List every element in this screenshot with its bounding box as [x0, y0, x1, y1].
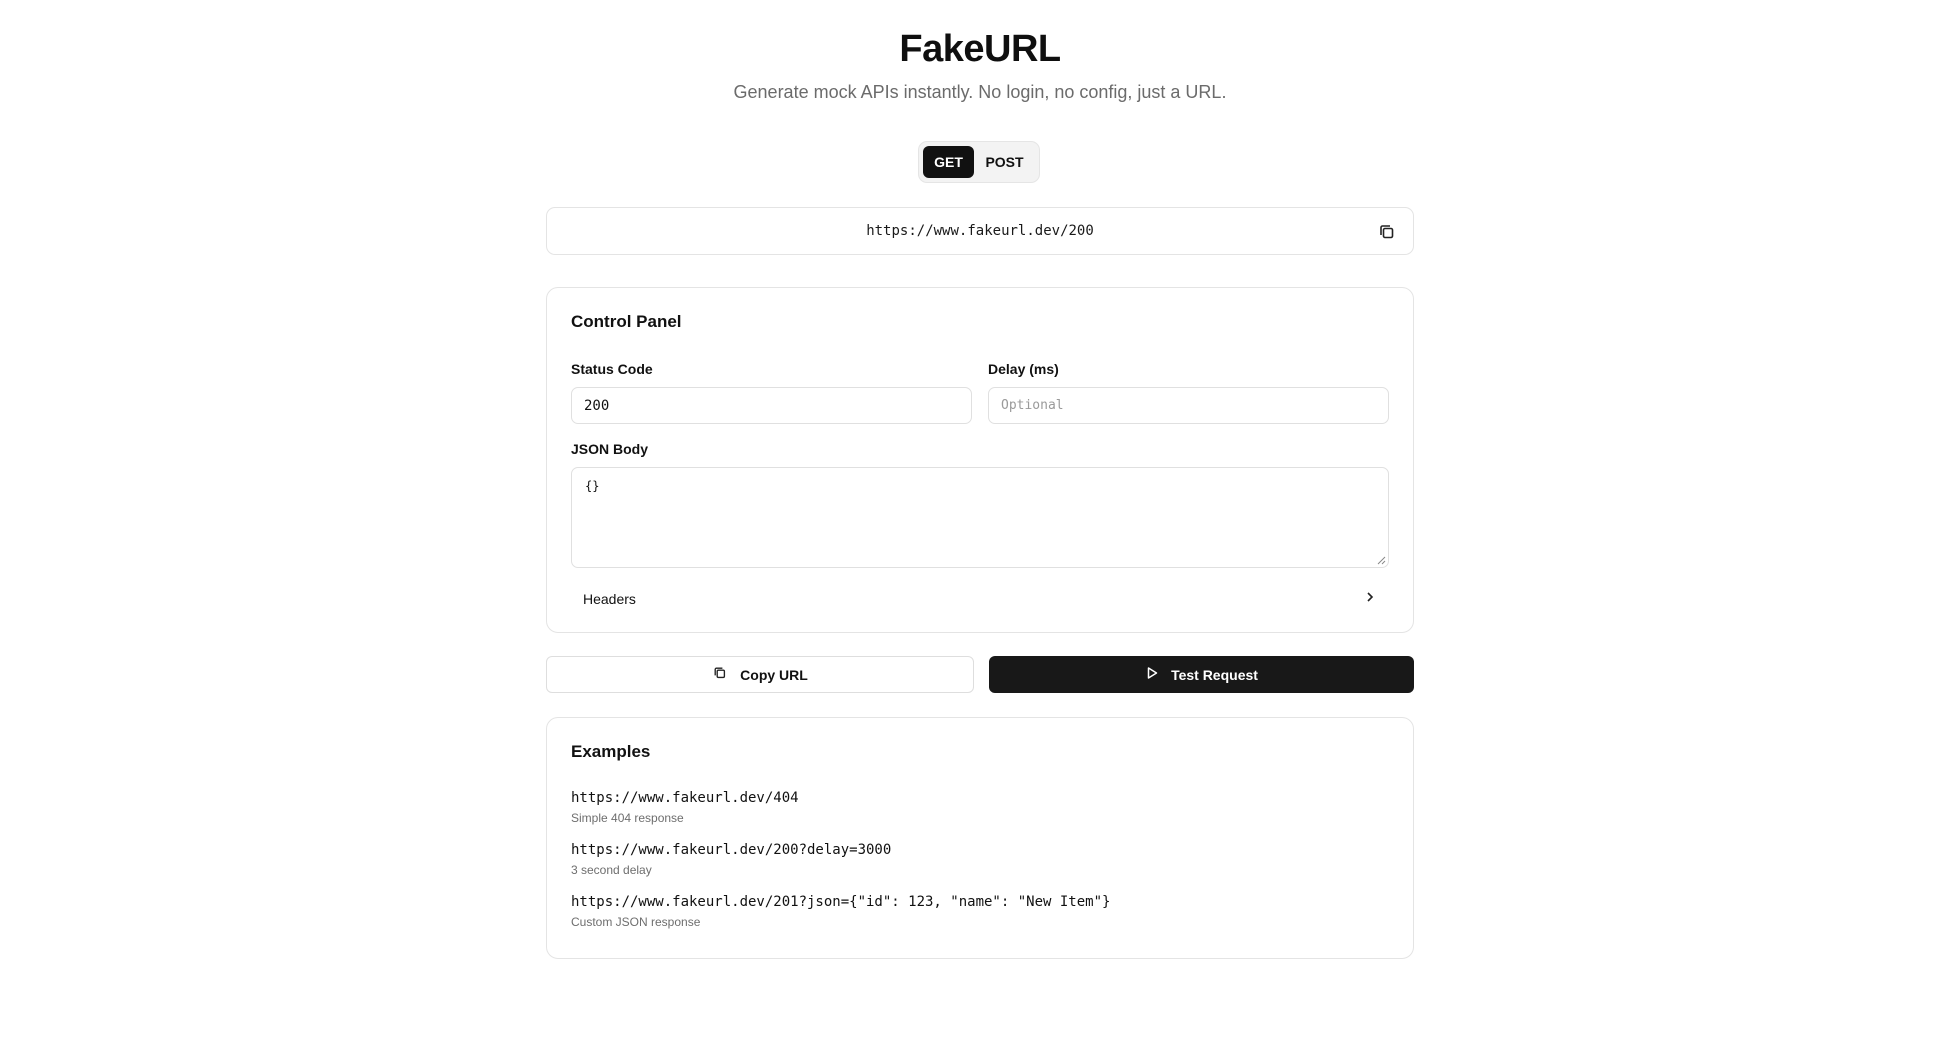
- control-panel-card: Control Panel Status Code 200 Delay (ms)…: [546, 287, 1414, 633]
- example-description: Custom JSON response: [571, 915, 701, 929]
- method-toggle: GET POST: [918, 141, 1040, 183]
- generated-url-text: https://www.fakeurl.dev/200: [866, 223, 1094, 239]
- example-url[interactable]: https://www.fakeurl.dev/404: [571, 790, 799, 806]
- play-icon: [1145, 666, 1159, 683]
- control-panel-title: Control Panel: [571, 312, 682, 331]
- examples-card: Examples https://www.fakeurl.dev/404 Sim…: [546, 717, 1414, 959]
- delay-input[interactable]: Optional: [988, 387, 1389, 424]
- headers-accordion[interactable]: Headers: [571, 584, 1389, 614]
- examples-title: Examples: [571, 742, 651, 761]
- test-request-button[interactable]: Test Request: [989, 656, 1414, 693]
- json-body-textarea[interactable]: {}: [571, 467, 1389, 568]
- copy-url-label: Copy URL: [740, 666, 808, 683]
- test-request-label: Test Request: [1171, 666, 1258, 683]
- example-description: 3 second delay: [571, 863, 652, 877]
- headers-label: Headers: [583, 591, 636, 607]
- method-get-button[interactable]: GET: [923, 146, 974, 178]
- status-code-input[interactable]: 200: [571, 387, 972, 424]
- app-subtitle: Generate mock APIs instantly. No login, …: [733, 82, 1227, 102]
- example-item[interactable]: https://www.fakeurl.dev/200?delay=3000 3…: [571, 842, 891, 877]
- copy-icon[interactable]: [1377, 222, 1397, 242]
- status-code-label: Status Code: [571, 361, 653, 377]
- delay-label: Delay (ms): [988, 361, 1059, 377]
- resize-grip-icon[interactable]: [1377, 556, 1386, 565]
- example-item[interactable]: https://www.fakeurl.dev/201?json={"id": …: [571, 894, 1110, 929]
- copy-icon: [712, 665, 728, 684]
- method-post-button[interactable]: POST: [974, 146, 1035, 178]
- example-description: Simple 404 response: [571, 811, 684, 825]
- chevron-right-icon: [1363, 590, 1377, 609]
- json-body-label: JSON Body: [571, 441, 649, 457]
- example-item[interactable]: https://www.fakeurl.dev/404 Simple 404 r…: [571, 790, 799, 825]
- generated-url-bar: https://www.fakeurl.dev/200: [546, 207, 1414, 255]
- copy-url-button[interactable]: Copy URL: [546, 656, 974, 693]
- app-title: FakeURL: [899, 28, 1061, 70]
- example-url[interactable]: https://www.fakeurl.dev/201?json={"id": …: [571, 894, 1110, 910]
- example-url[interactable]: https://www.fakeurl.dev/200?delay=3000: [571, 842, 891, 858]
- json-body-value: {}: [585, 479, 600, 493]
